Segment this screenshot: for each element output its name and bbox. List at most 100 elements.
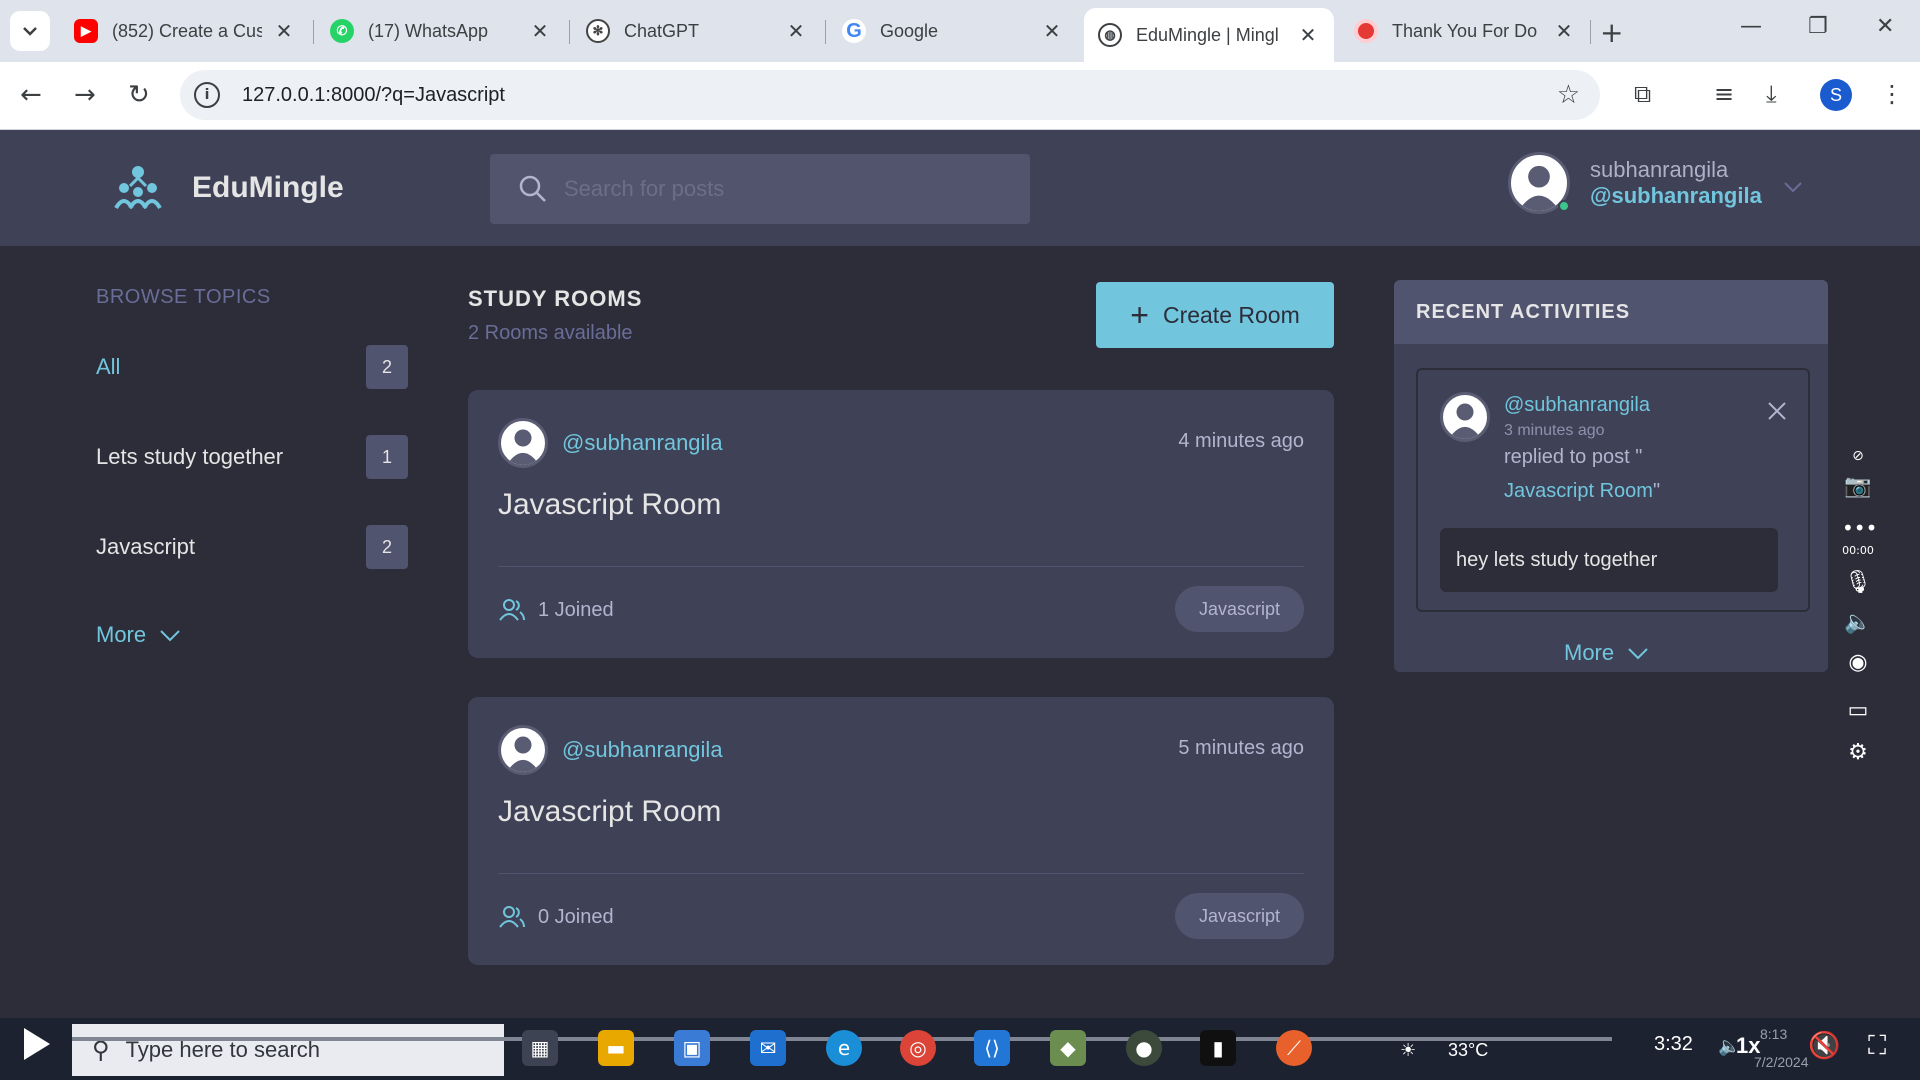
chrome-icon[interactable]: ◎ [900,1030,936,1066]
address-bar[interactable]: i 127.0.0.1:8000/?q=Javascript ☆ [180,70,1600,120]
maps-app-icon[interactable]: ◆ [1050,1030,1086,1066]
topic-count-badge: 2 [366,525,408,569]
browser-tab-active[interactable]: ◍ EduMingle | Mingl ✕ [1084,8,1334,62]
microphone-icon[interactable]: 🎙 [1842,570,1874,595]
room-topic-tag[interactable]: Javascript [1174,586,1304,632]
mute-icon[interactable]: 🔇 [1808,1030,1840,1061]
online-status-dot [1558,200,1570,212]
back-button[interactable]: ← [20,80,42,110]
play-icon[interactable] [24,1028,50,1060]
topic-item-all[interactable]: All 2 [96,344,408,390]
pin-icon[interactable]: ⊘ [1842,448,1874,464]
browser-tab[interactable]: Thank You For Do ✕ [1340,8,1590,54]
user-avatar-icon [1448,403,1482,439]
download-icon[interactable]: ⤓ [1766,80,1777,108]
room-title[interactable]: Javascript Room [498,795,721,829]
camera-icon[interactable]: 📷 [1842,474,1874,499]
browser-menu-icon[interactable]: ⋮ [1880,80,1904,108]
chevron-down-icon[interactable] [1780,174,1806,200]
topic-label: All [96,354,121,379]
task-view-icon[interactable]: ▦ [522,1030,558,1066]
forward-button[interactable]: → [74,80,96,110]
host-handle[interactable]: @subhanrangila [562,737,723,763]
close-icon[interactable]: ✕ [1040,19,1064,44]
terminal-icon[interactable]: ▮ [1200,1030,1236,1066]
avatar[interactable] [1440,392,1490,442]
whatsapp-icon: ✆ [330,19,354,43]
site-info-icon[interactable]: i [194,82,220,108]
topic-label: Lets study together [96,444,284,469]
search-icon [519,175,546,202]
new-tab-button[interactable]: + [1600,16,1623,49]
close-icon[interactable]: ✕ [528,19,552,44]
extensions-icon[interactable]: ⧉ [1634,80,1651,108]
close-icon[interactable]: ✕ [272,19,296,44]
user-avatar-icon [506,736,540,772]
close-icon[interactable]: ✕ [784,19,808,44]
room-host[interactable]: @subhanrangila [498,725,723,775]
activity-user-handle[interactable]: @subhanrangila [1504,394,1650,417]
mail-icon[interactable]: ✉ [750,1030,786,1066]
tab-title: (17) WhatsApp [368,20,489,41]
close-icon[interactable]: ✕ [1296,23,1320,48]
media-control-icon[interactable]: ≡ [1714,80,1734,108]
window-close-button[interactable]: ✕ [1876,14,1894,39]
logo[interactable]: EduMingle [112,162,344,214]
avatar[interactable] [498,725,548,775]
speaker-icon[interactable]: 🔈 [1842,610,1874,635]
more-activities-link[interactable]: More [1564,640,1650,666]
google-icon: G [842,19,866,43]
reload-button[interactable]: ↻ [128,80,150,110]
host-handle[interactable]: @subhanrangila [562,430,723,456]
room-card[interactable]: @subhanrangila 5 minutes ago Javascript … [468,697,1334,965]
app-name: EduMingle [192,171,344,204]
search-bar[interactable] [490,154,1030,224]
user-menu[interactable]: subhanrangila @subhanrangila [1508,152,1762,214]
browser-tab-bar: ▶ (852) Create a Cus ✕ ✆ (17) WhatsApp ✕… [0,0,1920,62]
more-topics-link[interactable]: More [96,622,182,648]
taskbar-search[interactable]: ⚲ Type here to search [72,1024,504,1076]
file-explorer-icon[interactable]: ▬ [598,1030,634,1066]
topic-item-javascript[interactable]: Javascript 2 [96,524,408,570]
fullscreen-icon[interactable]: ⛶ [1868,1030,1886,1062]
more-label: More [96,622,147,647]
room-title[interactable]: Javascript Room [498,488,721,522]
recent-activities-title: RECENT ACTIVITIES [1394,280,1828,344]
vscode-icon[interactable]: ⟨⟩ [974,1030,1010,1066]
restore-button[interactable]: ❐ [1808,14,1828,39]
profile-avatar[interactable]: S [1820,79,1852,111]
joined-count: 1 Joined [538,598,614,621]
activity-room-link[interactable]: Javascript Room [1504,480,1653,502]
room-topic-tag[interactable]: Javascript [1174,893,1304,939]
window-icon[interactable]: ▭ [1842,698,1874,723]
room-host[interactable]: @subhanrangila [498,418,723,468]
tab-title: (852) Create a Cus [112,20,262,41]
edge-icon[interactable]: e [826,1030,862,1066]
browser-tab[interactable]: G Google ✕ [828,8,1078,54]
avatar[interactable] [498,418,548,468]
activity-room: Javascript Room" [1504,480,1660,503]
webcam-icon[interactable]: ◉ [1842,650,1874,675]
create-room-button[interactable]: + Create Room [1096,282,1334,348]
record-icon [1354,19,1378,43]
app-icon[interactable]: ● [1126,1030,1162,1066]
gear-icon[interactable]: ⚙ [1842,740,1874,765]
browser-tab[interactable]: ✻ ChatGPT ✕ [572,8,822,54]
room-card[interactable]: @subhanrangila 4 minutes ago Javascript … [468,390,1334,658]
activity-item: @subhanrangila 3 minutes ago replied to … [1416,368,1810,612]
tab-search-button[interactable] [10,11,50,51]
browser-tab[interactable]: ▶ (852) Create a Cus ✕ [60,8,310,54]
users-icon [499,599,525,621]
topic-item-lets-study-together[interactable]: Lets study together 1 [96,434,408,480]
weather-icon[interactable]: ☀ [1400,1040,1416,1061]
store-icon[interactable]: ▣ [674,1030,710,1066]
close-icon[interactable]: ✕ [1552,19,1576,44]
browser-tab[interactable]: ✆ (17) WhatsApp ✕ [316,8,566,54]
minimize-button[interactable]: — [1740,14,1762,39]
more-options-icon[interactable]: ••• [1842,516,1877,540]
recorder-app-icon[interactable]: ⟋ [1276,1030,1312,1066]
bookmark-star-icon[interactable]: ☆ [1557,80,1580,110]
recorder-timer: 00:00 [1842,544,1874,557]
close-icon[interactable] [1766,400,1788,422]
search-input[interactable] [564,176,1004,202]
